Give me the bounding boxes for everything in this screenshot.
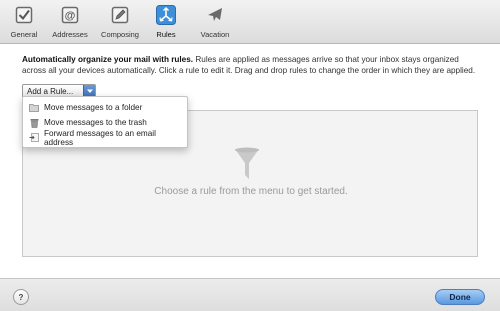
rules-arrows-icon xyxy=(155,4,177,26)
tab-general[interactable]: General xyxy=(4,0,44,44)
compose-pencil-icon xyxy=(109,4,131,26)
menu-item-label: Forward messages to an email address xyxy=(44,128,156,147)
airplane-icon xyxy=(204,4,226,26)
tab-vacation[interactable]: Vacation xyxy=(192,0,238,44)
menu-item-label: Move messages to the trash xyxy=(44,118,147,127)
menu-item-forward-to-address[interactable]: Forward messages to an email address xyxy=(23,128,187,147)
folder-icon xyxy=(29,103,39,113)
rules-description: Automatically organize your mail with ru… xyxy=(22,54,484,76)
at-sign-icon: @ xyxy=(59,4,81,26)
tab-label: Composing xyxy=(101,30,139,39)
tab-composing[interactable]: Composing xyxy=(96,0,144,44)
dialog-footer: ? Done xyxy=(0,278,500,311)
tab-addresses[interactable]: @ Addresses xyxy=(46,0,94,44)
done-button[interactable]: Done xyxy=(435,289,485,305)
tab-label: General xyxy=(10,30,38,39)
add-rule-label: Add a Rule... xyxy=(27,86,74,96)
svg-text:@: @ xyxy=(65,10,76,22)
forward-icon xyxy=(29,133,39,143)
preferences-toolbar: General @ Addresses Composing Rules Vaca… xyxy=(0,0,500,44)
help-button[interactable]: ? xyxy=(13,289,29,305)
empty-state-message: Choose a rule from the menu to get start… xyxy=(154,186,348,197)
checkbox-icon xyxy=(13,4,35,26)
menu-item-label: Move messages to a folder xyxy=(44,103,143,112)
menu-item-move-to-folder[interactable]: Move messages to a folder xyxy=(23,100,187,115)
description-heading: Automatically organize your mail with ru… xyxy=(22,55,194,64)
tab-label: Addresses xyxy=(52,30,88,39)
tab-label: Rules xyxy=(156,30,176,39)
add-rule-menu: Move messages to a folder Move messages … xyxy=(22,96,188,148)
tab-label: Vacation xyxy=(200,30,230,39)
tab-rules[interactable]: Rules xyxy=(146,0,186,44)
trash-icon xyxy=(29,118,39,128)
funnel-icon xyxy=(234,147,260,181)
